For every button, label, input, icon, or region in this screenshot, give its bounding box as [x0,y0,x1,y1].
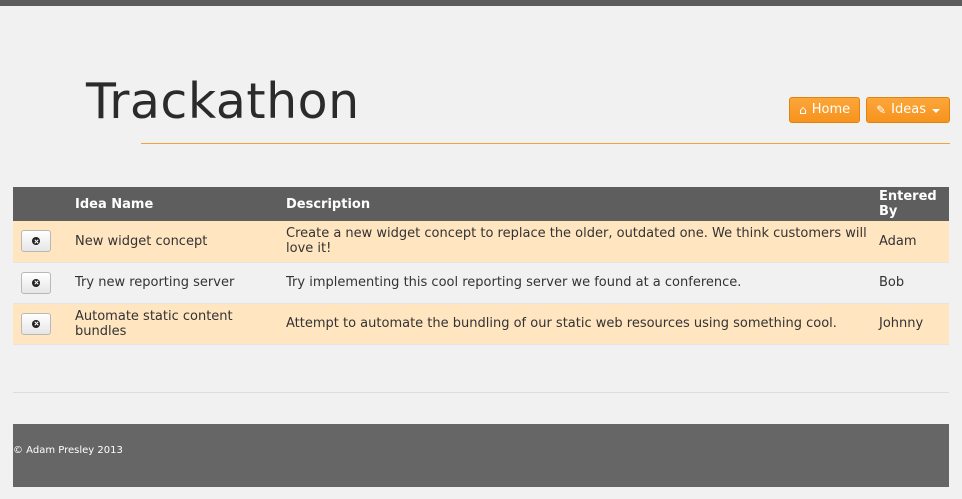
caret-down-icon [932,109,940,113]
main-nav: ⌂ Home ✎ Ideas [789,97,950,123]
idea-description-cell: Attempt to automate the bundling of our … [286,316,837,331]
idea-name-cell: Try new reporting server [75,275,235,290]
column-header-description: Description [286,196,371,212]
table-row: Try new reporting server Try implementin… [13,262,949,303]
entered-by-cell: Johnny [879,316,924,331]
column-header-actions [13,187,75,221]
remove-circle-icon [32,278,40,287]
delete-idea-button[interactable] [21,312,51,335]
content-divider [13,392,949,393]
column-header-entered-by: Entered By [879,189,937,219]
top-bar [0,0,962,6]
ideas-button-label: Ideas [891,102,926,117]
column-header-idea-name: Idea Name [75,196,154,212]
home-button-label: Home [811,102,851,117]
delete-idea-button[interactable] [21,271,51,294]
ideas-table: Idea Name Description Entered By New wid… [13,187,949,345]
ideas-dropdown-button[interactable]: ✎ Ideas [866,97,950,123]
table-row: New widget concept Create a new widget c… [13,221,949,262]
header-divider [141,143,950,144]
entered-by-cell: Adam [879,233,917,249]
pencil-icon: ✎ [876,103,887,117]
delete-idea-button[interactable] [21,230,51,253]
table-header-row: Idea Name Description Entered By [13,187,949,221]
idea-name-cell: New widget concept [75,233,208,249]
idea-description-cell: Create a new widget concept to replace t… [286,226,867,257]
table-row: Automate static content bundles Attempt … [13,303,949,344]
copyright-text: © Adam Presley 2013 [13,445,123,456]
home-button[interactable]: ⌂ Home [789,97,861,123]
remove-circle-icon [32,237,40,246]
remove-circle-icon [32,319,40,328]
entered-by-cell: Bob [879,275,905,290]
footer: © Adam Presley 2013 [13,424,949,487]
idea-name-cell: Automate static content bundles [75,308,233,339]
home-icon: ⌂ [799,103,807,117]
app-title: Trackathon [86,73,360,130]
idea-description-cell: Try implementing this cool reporting ser… [286,275,742,290]
